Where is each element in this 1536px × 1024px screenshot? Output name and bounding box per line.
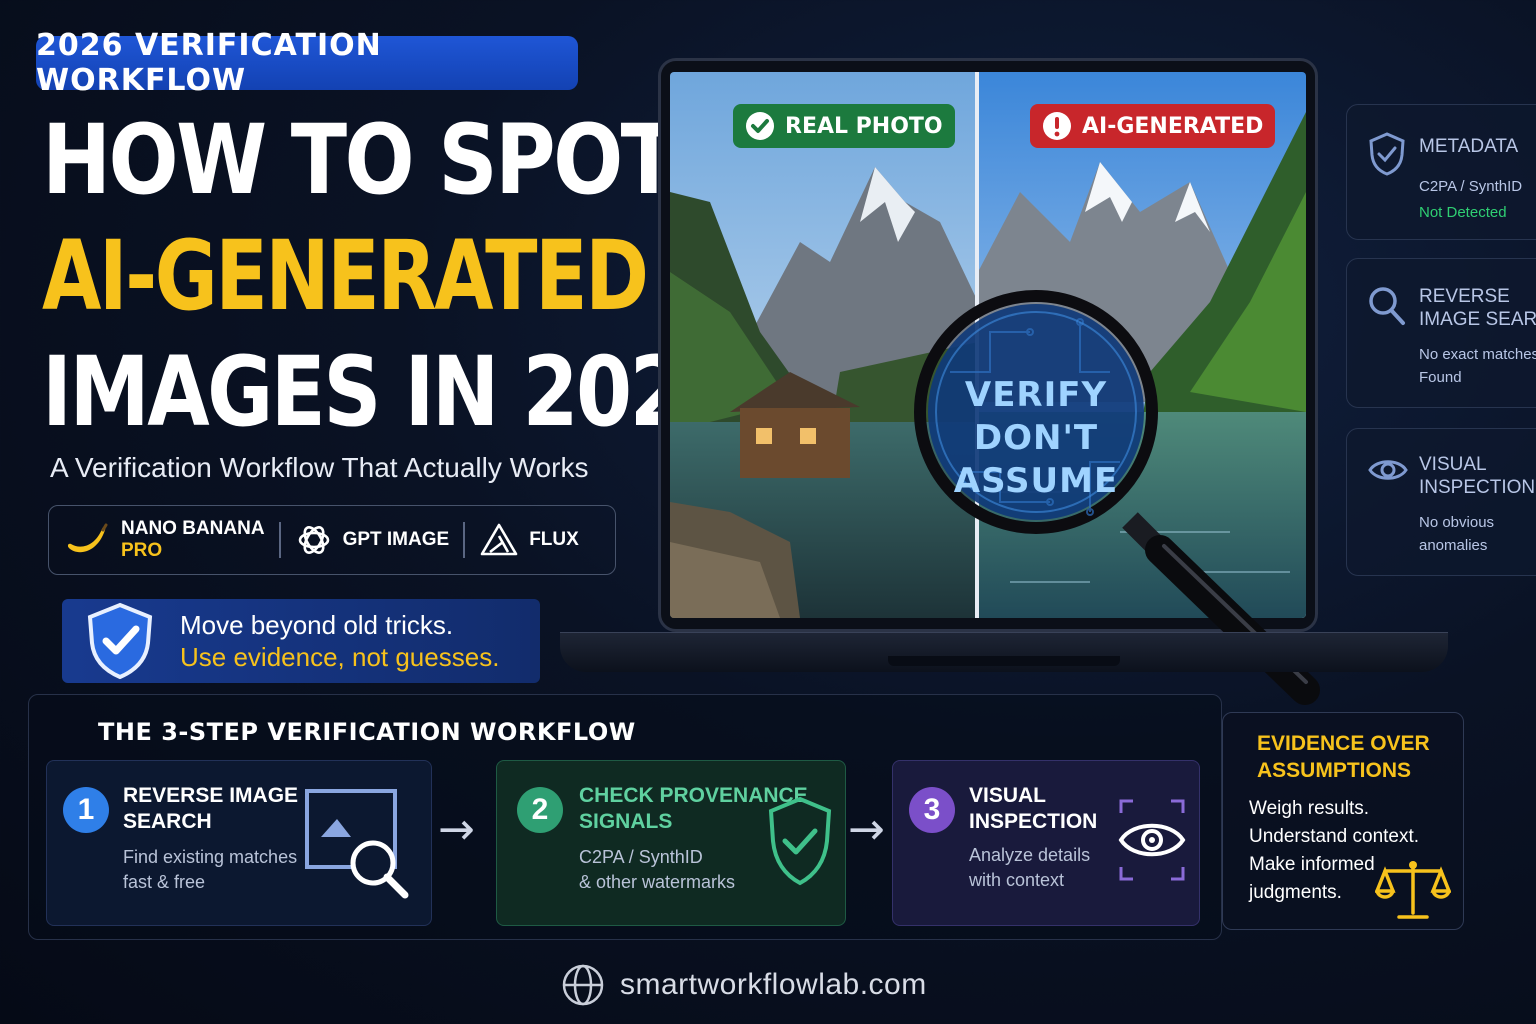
title-line-2: AI-GENERATED (42, 220, 649, 332)
search-icon (1369, 287, 1405, 325)
visual-inspection-sub: No obvious anomalies (1419, 511, 1494, 558)
tool-name: GPT IMAGE (342, 529, 450, 551)
alert-circle-icon (1043, 112, 1071, 140)
step-desc: Analyze details with context (969, 843, 1090, 893)
openai-icon (298, 526, 329, 554)
callout-line-2: Use evidence, not guesses. (180, 642, 500, 672)
step-title: REVERSE IMAGE SEARCH (123, 783, 298, 836)
desc-line: fast & free (123, 871, 206, 892)
step-desc: C2PA / SynthID & other watermarks (579, 845, 735, 895)
visual-inspection-card: VISUAL INSPECTION No obvious anomalies (1346, 428, 1536, 576)
body-line: Weigh results. (1249, 798, 1370, 819)
metadata-status: Not Detected (1419, 204, 1507, 221)
title-line: REVERSE (1419, 286, 1510, 307)
metadata-sub: C2PA / SynthID (1419, 178, 1523, 195)
reverse-search-card: REVERSE IMAGE SEARCH No exact matches Fo… (1346, 258, 1536, 408)
step-desc: Find existing matches fast & free (123, 845, 297, 895)
step-title: VISUAL INSPECTION (969, 783, 1097, 836)
ai-generated-tag: AI-GENERATED (1030, 104, 1276, 148)
lens-line-3: ASSUME (953, 461, 1119, 502)
check-circle-icon (746, 112, 774, 140)
tool-nano-banana: NANO BANANA PRO (49, 506, 279, 574)
scales-icon (1375, 861, 1451, 919)
callout-line-1: Move beyond old tricks. (180, 609, 454, 640)
tool-name: NANO BANANA (121, 518, 265, 540)
step-3-card: 3 VISUAL INSPECTION Analyze details with… (892, 760, 1200, 926)
title-line: ASSUMPTIONS (1257, 758, 1412, 782)
flux-icon (480, 523, 518, 556)
tool-name-highlight: PRO (121, 540, 163, 561)
title-line: VISUAL (1419, 454, 1487, 475)
step-1-card: 1 REVERSE IMAGE SEARCH Find existing mat… (46, 760, 432, 926)
title-line: IMAGE SEARCH (1419, 309, 1536, 331)
footer: smartworkflowlab.com (560, 962, 927, 1008)
eye-icon (1368, 460, 1408, 480)
tool-flux: FLUX (465, 506, 593, 574)
ai-generated-label: AI-GENERATED (1082, 113, 1264, 139)
title-line: EVIDENCE OVER (1257, 732, 1430, 755)
evidence-callout: Move beyond old tricks. Use evidence, no… (62, 599, 540, 683)
title-line-3: IMAGES IN 2026 (42, 336, 739, 448)
footer-url[interactable]: smartworkflowlab.com (620, 968, 927, 1002)
sub-line: No exact matches (1419, 346, 1536, 363)
body-line: Understand context. (1249, 825, 1420, 847)
shield-check-icon (87, 602, 153, 680)
tool-gpt-image: GPT IMAGE (281, 506, 464, 574)
sub-line: anomalies (1419, 537, 1488, 555)
globe-icon (562, 964, 604, 1006)
title-line: SEARCH (123, 810, 212, 834)
shield-check-icon (1369, 132, 1405, 176)
title-line: VISUAL (969, 784, 1047, 807)
metadata-title: METADATA (1419, 136, 1519, 157)
desc-line: C2PA / SynthID (579, 847, 703, 867)
step-number: 3 (909, 787, 955, 833)
desc-line: Find existing matches (123, 847, 298, 867)
real-photo-label: REAL PHOTO (785, 113, 943, 139)
arrow-right-icon: → (438, 804, 475, 855)
shield-check-icon (768, 796, 832, 886)
sub-line: Found (1419, 369, 1462, 387)
title-line-1: HOW TO SPOT (42, 104, 677, 216)
desc-line: with context (969, 869, 1065, 890)
step-number: 1 (63, 787, 109, 833)
tool-name: FLUX (529, 529, 579, 551)
reverse-search-sub: No exact matches Found (1419, 343, 1536, 390)
subtitle: A Verification Workflow That Actually Wo… (50, 452, 589, 483)
workflow-badge: 2026 VERIFICATION WORKFLOW (36, 28, 578, 98)
workflow-title: THE 3-STEP VERIFICATION WORKFLOW (98, 718, 636, 746)
visual-inspection-title: VISUAL INSPECTION (1419, 453, 1535, 500)
title-line: REVERSE IMAGE (123, 784, 299, 807)
image-search-icon (305, 789, 409, 899)
eye-scan-icon (1118, 799, 1186, 881)
tools-row: NANO BANANA PRO GPT IMAGE FLUX (48, 505, 616, 575)
evidence-title: EVIDENCE OVER ASSUMPTIONS (1257, 731, 1430, 784)
magnifier-handle (1122, 512, 1320, 705)
sub-line: No obvious (1419, 514, 1495, 531)
laptop-base (560, 632, 1448, 672)
step-2-card: 2 CHECK PROVENANCE SIGNALS C2PA / SynthI… (496, 760, 846, 926)
evidence-card: EVIDENCE OVER ASSUMPTIONS Weigh results.… (1222, 712, 1464, 930)
real-photo-tag: REAL PHOTO (733, 104, 955, 148)
title-line: INSPECTION (969, 810, 1098, 834)
laptop-notch (888, 656, 1120, 666)
lens-text: VERIFY DON'T ASSUME (930, 374, 1142, 504)
title-line: INSPECTION (1419, 477, 1536, 499)
metadata-card: METADATA C2PA / SynthID Not Detected (1346, 104, 1536, 240)
arrow-right-icon: → (848, 804, 885, 855)
lens-line-1: VERIFY (964, 375, 1108, 415)
banana-icon (67, 523, 108, 553)
reverse-search-title: REVERSE IMAGE SEARCH (1419, 285, 1536, 332)
lens-line-2: DON'T (973, 418, 1099, 459)
desc-line: Analyze details (969, 845, 1091, 865)
step-number: 2 (517, 787, 563, 833)
desc-line: & other watermarks (579, 871, 736, 892)
